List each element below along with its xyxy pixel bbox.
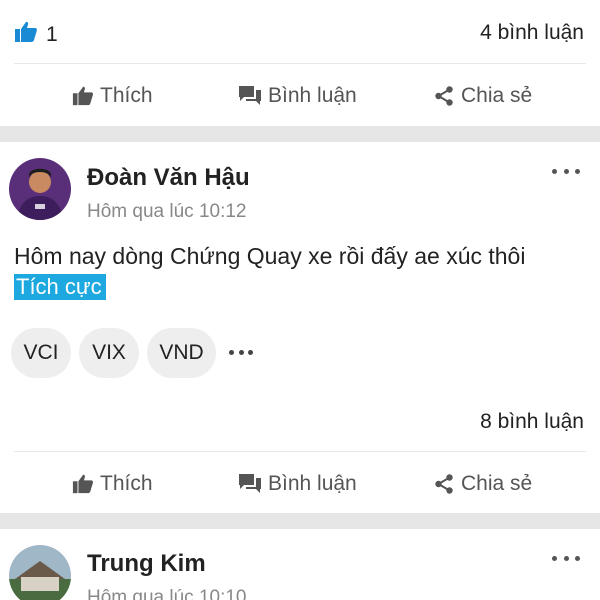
thumbs-up-filled-icon (14, 20, 38, 49)
action-bar: Thích Bình luận Chia sẻ (0, 66, 600, 126)
dot (563, 555, 569, 561)
comment-icon (238, 85, 262, 107)
thumbs-up-icon (72, 85, 94, 107)
dot (552, 168, 557, 174)
like-button[interactable]: Thích (72, 66, 153, 126)
more-options-button[interactable] (552, 166, 580, 176)
thumbs-up-icon (72, 473, 94, 495)
share-icon (433, 473, 455, 495)
dot (552, 555, 557, 561)
comment-count[interactable]: 4 bình luận (480, 21, 584, 45)
comment-label: Bình luận (268, 84, 357, 107)
comment-button[interactable]: Bình luận (238, 454, 357, 514)
sentiment-label: Tích cực (14, 274, 106, 300)
comment-count[interactable]: 8 bình luận (480, 410, 584, 434)
comment-button[interactable]: Bình luận (238, 66, 357, 126)
like-label: Thích (100, 84, 153, 107)
divider (14, 451, 586, 452)
like-label: Thích (100, 472, 153, 495)
comment-label: Bình luận (268, 472, 357, 495)
like-number: 1 (46, 22, 58, 46)
comment-icon (238, 473, 262, 495)
post-author[interactable]: Trung Kim (87, 550, 206, 578)
share-label: Chia sẻ (461, 472, 533, 495)
dot (575, 555, 580, 561)
post-author[interactable]: Đoàn Văn Hậu (87, 164, 250, 192)
share-button[interactable]: Chia sẻ (433, 454, 532, 514)
reactions-row: 1 4 bình luận (0, 0, 600, 64)
more-tags-button[interactable] (229, 348, 253, 356)
like-button[interactable]: Thích (72, 454, 153, 514)
action-bar: Thích Bình luận Chia sẻ (0, 454, 600, 514)
post-text: Hôm nay dòng Chứng Quay xe rồi đấy ae xú… (14, 243, 526, 269)
dot (238, 349, 244, 355)
dot (563, 168, 569, 174)
share-label: Chia sẻ (461, 84, 533, 107)
stock-tag[interactable]: VIX (79, 328, 139, 378)
post-time: Hôm qua lúc 10:12 (87, 201, 247, 222)
divider (14, 63, 586, 64)
post-separator (0, 513, 600, 529)
post-separator (0, 126, 600, 142)
share-icon (433, 85, 455, 107)
avatar[interactable] (9, 545, 71, 600)
like-count[interactable]: 1 (14, 20, 58, 49)
dot (248, 349, 253, 355)
more-options-button[interactable] (552, 553, 580, 563)
avatar[interactable] (9, 158, 71, 220)
dot (229, 349, 234, 355)
share-button[interactable]: Chia sẻ (433, 66, 532, 126)
post-time: Hôm qua lúc 10:10 (87, 587, 247, 600)
dot (575, 168, 580, 174)
stock-tag[interactable]: VND (147, 328, 216, 378)
stock-tag[interactable]: VCI (11, 328, 71, 378)
